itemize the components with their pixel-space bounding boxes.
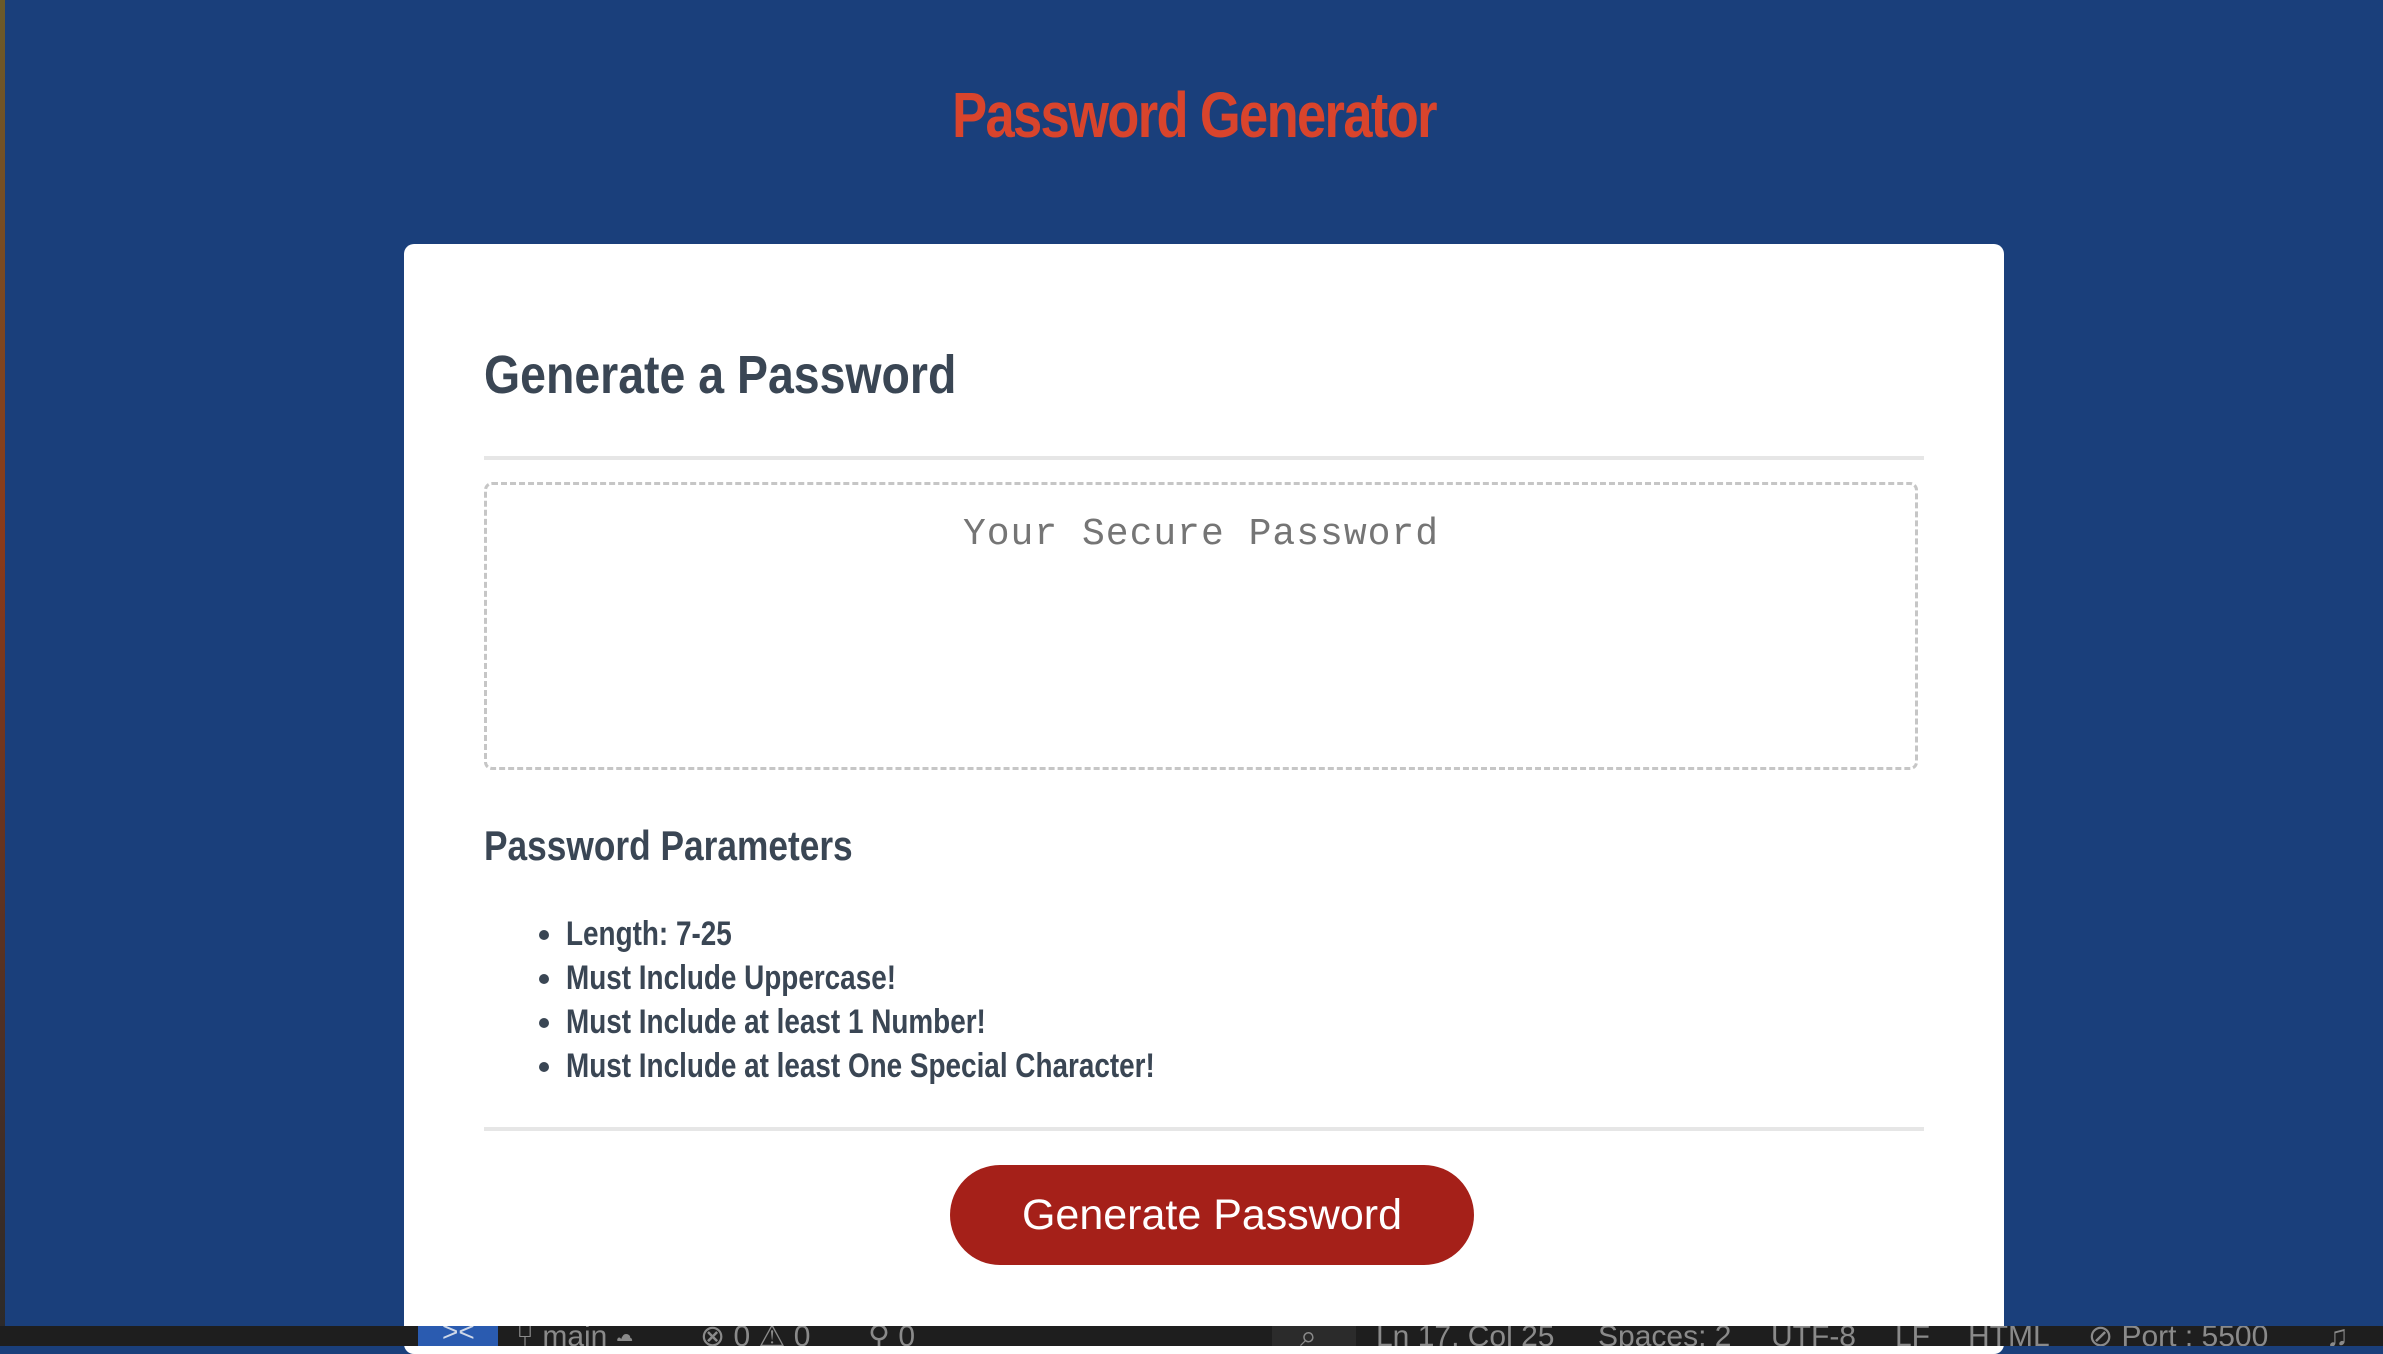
problems-indicator[interactable]: ⊗ 0 ⚠ 0: [700, 1326, 810, 1346]
branch-name: main: [542, 1326, 608, 1346]
broadcast-circle-icon: ⊘: [2088, 1326, 2114, 1346]
error-count: 0: [733, 1326, 751, 1346]
bell-icon[interactable]: ♫: [2326, 1326, 2349, 1346]
zoom-icon: ⌕: [1300, 1326, 1317, 1346]
language-mode[interactable]: HTML: [1968, 1326, 2050, 1346]
ports-count: 0: [898, 1326, 916, 1346]
encoding-setting[interactable]: UTF-8: [1771, 1326, 1856, 1346]
param-uppercase: Must Include Uppercase!: [566, 956, 1284, 1000]
indentation-setting[interactable]: Spaces: 2: [1598, 1326, 1731, 1346]
error-circle-icon: ⊗: [700, 1326, 726, 1346]
param-special-character: Must Include at least One Special Charac…: [566, 1044, 1284, 1088]
warning-triangle-icon: ⚠: [758, 1326, 786, 1346]
live-server-status[interactable]: ⊘ Port : 5500: [2088, 1326, 2268, 1346]
app-title: Password Generator: [952, 79, 1437, 151]
params-list: Length: 7-25 Must Include Uppercase! Mus…: [484, 912, 1284, 1088]
eol-setting[interactable]: LF: [1895, 1326, 1930, 1346]
cloud-sync-icon: ☁: [615, 1326, 634, 1346]
password-output[interactable]: [484, 482, 1918, 770]
branch-indicator[interactable]: ⑂ main ☁: [516, 1326, 634, 1346]
git-branch-icon: ⑂: [516, 1326, 534, 1346]
footer-divider: [484, 1127, 1924, 1131]
param-number: Must Include at least 1 Number!: [566, 1000, 1284, 1044]
generator-card: Generate a Password Password Parameters …: [404, 244, 2004, 1354]
cursor-position[interactable]: Ln 17, Col 25: [1376, 1326, 1554, 1346]
params-title: Password Parameters: [484, 822, 853, 869]
generate-password-button[interactable]: Generate Password: [950, 1165, 1474, 1265]
editor-status-bar: >< ⑂ main ☁ ⊗ 0 ⚠ 0 ⚲ 0 ⌕ Ln 17, Col 25 …: [0, 1326, 2383, 1346]
param-length: Length: 7-25: [566, 912, 1284, 956]
header-divider: [484, 456, 1924, 460]
page: Password Generator Generate a Password P…: [5, 0, 2383, 1354]
remote-indicator-button[interactable]: ><: [418, 1326, 498, 1346]
card-header: Generate a Password: [484, 345, 957, 405]
warning-count: 0: [793, 1326, 811, 1346]
remote-chevron-icon: ><: [442, 1326, 475, 1346]
zoom-indicator[interactable]: ⌕: [1272, 1326, 1356, 1346]
ports-indicator[interactable]: ⚲ 0: [868, 1326, 915, 1346]
live-server-port: Port : 5500: [2121, 1326, 2269, 1346]
broadcast-icon: ⚲: [868, 1326, 890, 1346]
